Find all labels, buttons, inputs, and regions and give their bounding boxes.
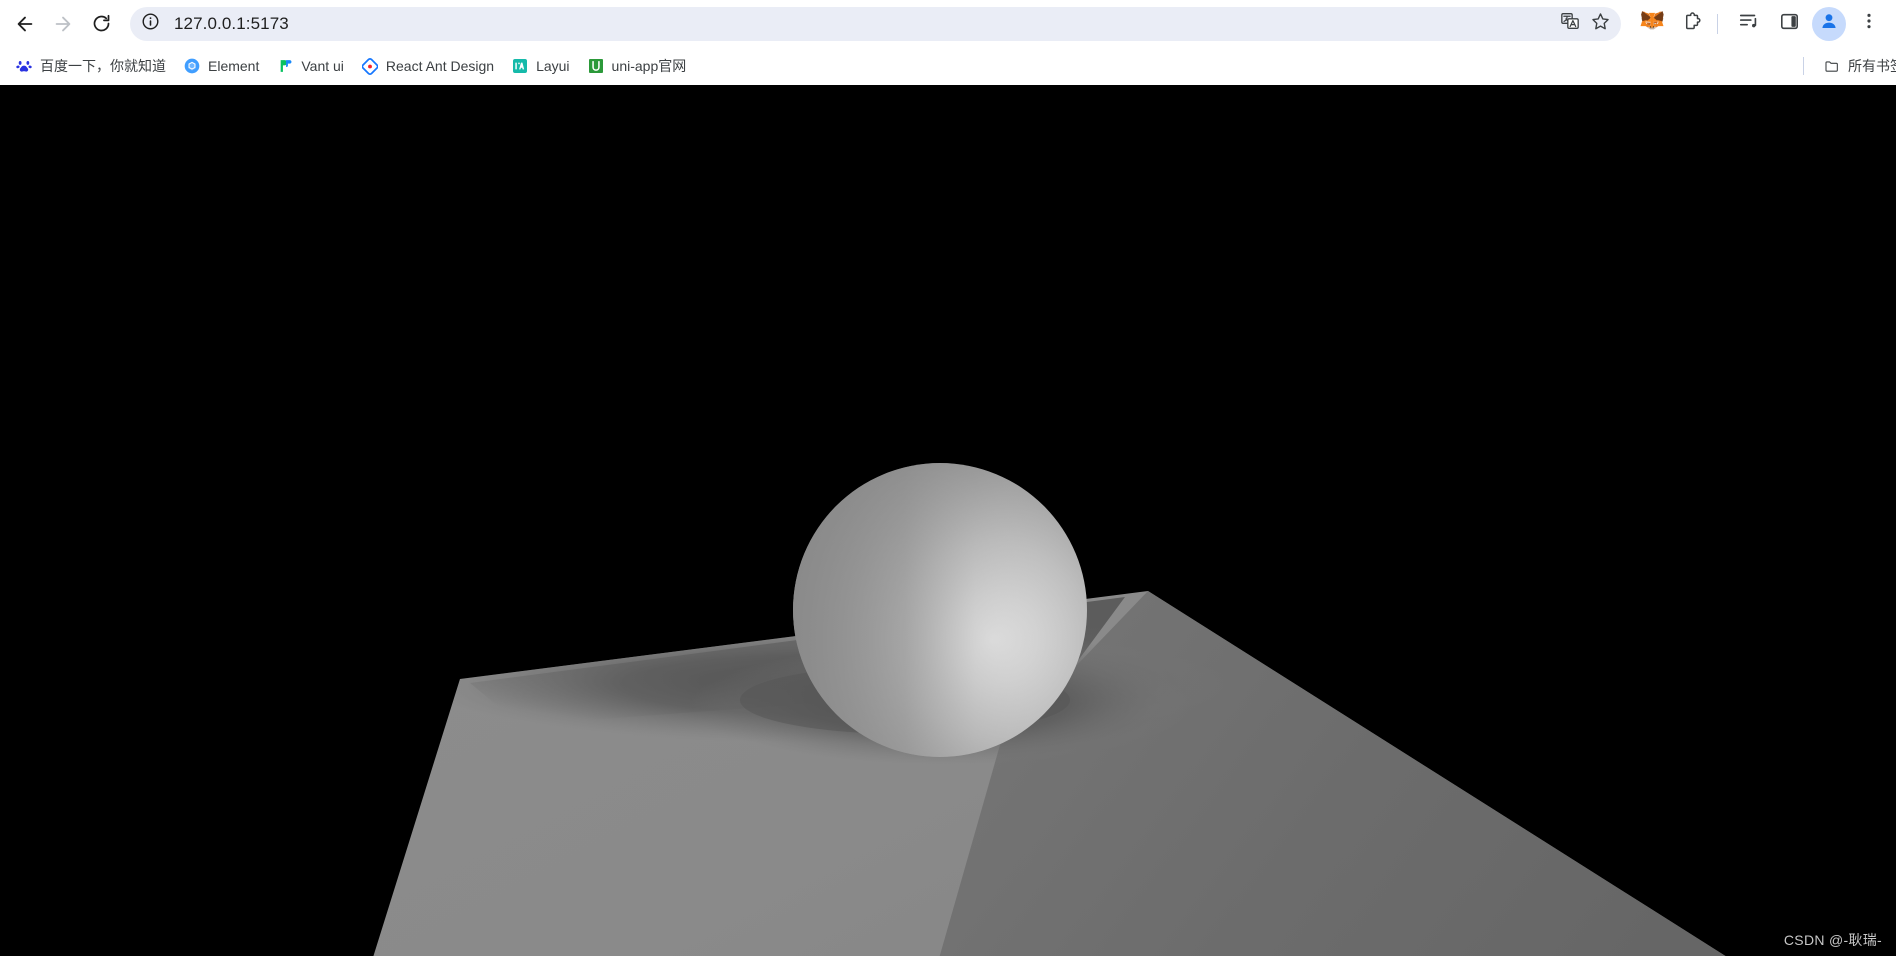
bookmark-vant-ui[interactable]: Vant ui [269,52,352,80]
back-button[interactable] [6,5,44,43]
address-bar[interactable]: 127.0.0.1:5173 [130,6,1621,41]
metamask-fox-icon [1640,9,1664,38]
bookmark-uniapp[interactable]: uni-app官网 [580,52,695,80]
url-text[interactable]: 127.0.0.1:5173 [164,14,1555,34]
bookmark-layui[interactable]: Layui [504,52,577,80]
translate-icon [1560,11,1580,36]
baidu-icon [16,58,32,74]
bookmarks-overflow-area: 所有书签 [1803,47,1896,85]
layui-icon [512,58,528,74]
reload-button[interactable] [82,5,120,43]
profile-button[interactable] [1812,6,1846,41]
media-playlist-icon [1738,10,1760,37]
browser-menu-button[interactable] [1852,7,1886,41]
info-circle-icon [141,12,160,36]
extensions-puzzle-icon [1682,11,1703,37]
bookmark-element[interactable]: Element [176,52,267,80]
element-ui-icon [184,58,200,74]
uniapp-icon [588,58,604,74]
bookmark-label: Element [208,58,260,74]
bookmark-baidu[interactable]: 百度一下，你就知道 [8,52,174,80]
bookmarks-divider [1803,57,1804,75]
side-panel-button[interactable] [1772,7,1806,41]
extensions-button[interactable] [1675,7,1709,41]
ant-design-icon [361,57,378,75]
browser-chrome: 127.0.0.1:5173 百度一下，你就知道 Element Vant ui… [0,0,1896,85]
media-control-button[interactable] [1732,7,1766,41]
bookmark-label: uni-app官网 [611,58,687,74]
bookmark-label: React Ant Design [385,58,495,74]
sphere-mesh [792,462,1087,757]
side-panel-icon [1779,11,1800,37]
bookmark-label: 百度一下，你就知道 [40,58,166,74]
arrow-left-icon [14,13,36,35]
toolbar-divider [1717,13,1718,34]
reload-icon [91,13,112,34]
profile-avatar-icon [1818,10,1840,37]
threejs-render-canvas[interactable] [0,85,1896,956]
bookmark-label: Layui [536,58,570,74]
folder-icon [1824,58,1840,74]
arrow-right-icon [52,13,74,35]
forward-button[interactable] [44,5,82,43]
bookmarks-bar: 百度一下，你就知道 Element Vant ui React Ant Desi… [0,47,1896,85]
page-viewport[interactable]: CSDN @-耿瑞- [0,85,1896,956]
all-bookmarks-button[interactable]: 所有书签 [1816,52,1896,80]
bookmark-label: Vant ui [301,58,344,74]
vant-ui-icon [277,58,293,74]
browser-toolbar: 127.0.0.1:5173 [0,0,1896,47]
metamask-extension-button[interactable] [1635,7,1669,41]
bookmark-react-ant-design[interactable]: React Ant Design [354,52,502,80]
bookmark-star-button[interactable] [1585,9,1615,39]
all-bookmarks-label: 所有书签 [1848,58,1896,74]
translate-button[interactable] [1555,9,1585,39]
site-info-button[interactable] [136,10,164,38]
three-dot-menu-icon [1859,11,1879,36]
star-icon [1590,11,1611,37]
